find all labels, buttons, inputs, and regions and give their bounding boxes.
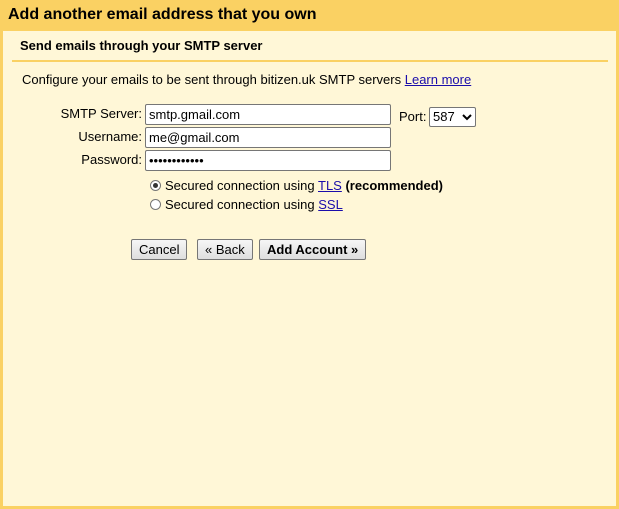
dialog-subtitle: Send emails through your SMTP server: [20, 38, 263, 53]
port-label: Port:: [399, 109, 427, 124]
port-select[interactable]: 587: [429, 107, 476, 127]
username-label: Username:: [78, 129, 142, 144]
username-input[interactable]: [145, 127, 391, 148]
tls-prefix: Secured connection using: [165, 178, 315, 193]
back-button[interactable]: « Back: [197, 239, 253, 260]
cancel-button[interactable]: Cancel: [131, 239, 188, 260]
ssl-option[interactable]: Secured connection using SSL: [150, 197, 343, 212]
password-input[interactable]: [145, 150, 391, 171]
ssl-prefix: Secured connection using: [165, 197, 315, 212]
tls-radio[interactable]: [150, 180, 161, 191]
divider: [12, 60, 608, 62]
tls-option[interactable]: Secured connection using TLS (recommende…: [150, 178, 443, 193]
description: Configure your emails to be sent through…: [22, 72, 471, 87]
dialog-title: Add another email address that you own: [0, 0, 619, 31]
tls-recommended: (recommended): [345, 178, 443, 193]
ssl-link[interactable]: SSL: [318, 197, 343, 212]
smtp-server-input[interactable]: [145, 104, 391, 125]
password-label: Password:: [81, 152, 142, 167]
description-text: Configure your emails to be sent through…: [22, 72, 402, 87]
port-value: 587: [433, 109, 455, 124]
ssl-radio[interactable]: [150, 199, 161, 210]
smtp-server-label: SMTP Server:: [60, 106, 142, 121]
chevron-down-icon: [462, 114, 472, 121]
add-email-dialog: Add another email address that you own S…: [0, 0, 619, 509]
add-account-button[interactable]: Add Account »: [259, 239, 367, 260]
tls-link[interactable]: TLS: [318, 178, 342, 193]
learn-more-link[interactable]: Learn more: [405, 72, 471, 87]
